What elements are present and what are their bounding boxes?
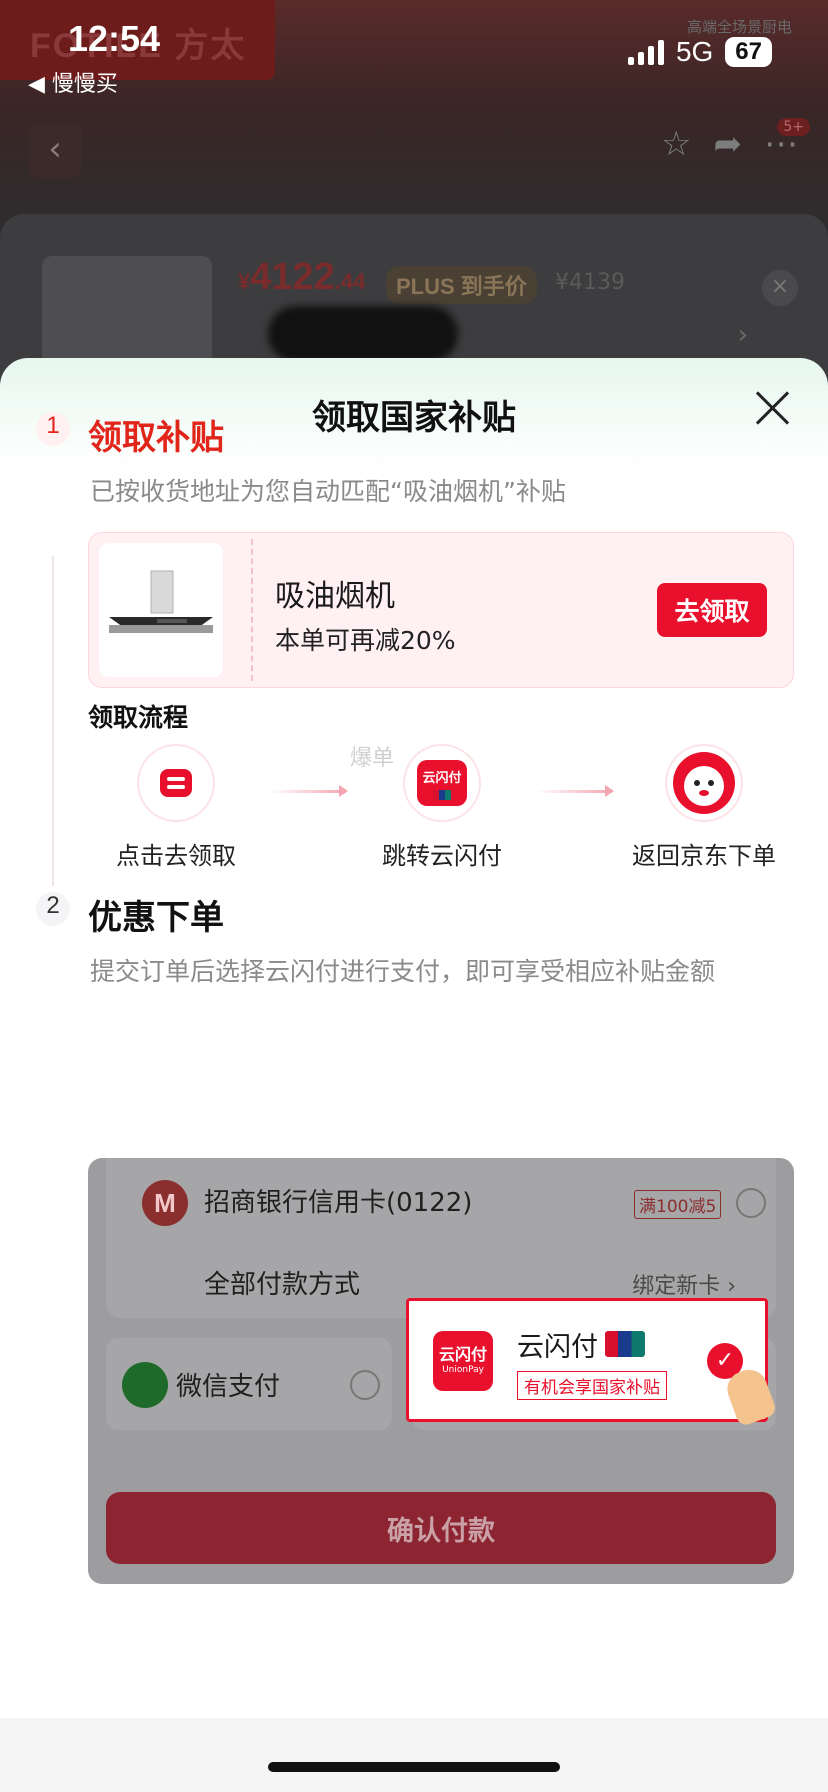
unionpay-card-icon — [605, 1331, 645, 1357]
network-type: 5G — [675, 36, 714, 67]
unionpay-name: 云闪付 — [517, 1332, 598, 1363]
jd-mascot-icon — [665, 744, 743, 822]
home-indicator — [268, 1762, 560, 1772]
cmb-bank-icon: M — [142, 1180, 188, 1226]
wechat-radio — [350, 1370, 380, 1400]
bank-promo-badge: 满100减5 — [634, 1190, 722, 1219]
product-price: ¥4122.44 — [238, 256, 366, 298]
back-arrow-icon[interactable]: ‹ — [28, 124, 82, 178]
step-description: 已按收货地址为您自动匹配“吸油烟机”补贴 — [90, 477, 566, 506]
unionpay-highlight: 云闪付 UnionPay 云闪付 有机会享国家补贴 ✓ — [406, 1298, 768, 1422]
step-title: 领取补贴 — [88, 418, 224, 458]
chevron-right-icon[interactable]: › — [738, 320, 748, 350]
subsidy-card: 吸油烟机 本单可再减20% 去领取 — [88, 532, 794, 688]
flow-step-label: 点击去领取 — [116, 842, 236, 870]
step-number: 2 — [36, 892, 70, 926]
battery-icon: 67 — [725, 37, 772, 67]
redacted-text — [268, 306, 458, 362]
timeline-line — [52, 556, 54, 886]
flow-step-label: 返回京东下单 — [632, 842, 776, 870]
subsidy-product-name: 吸油烟机 — [275, 579, 395, 614]
dashed-divider — [251, 539, 253, 681]
watermark: 爆单 — [350, 746, 395, 771]
flow-arrow — [536, 785, 614, 797]
bank-radio — [736, 1188, 766, 1218]
wechat-label: 微信支付 — [176, 1372, 281, 1402]
flow-step-tap: 点击去领取 — [76, 744, 276, 871]
all-payment-methods: 全部付款方式 — [204, 1270, 361, 1300]
close-icon[interactable] — [752, 388, 792, 428]
range-hood-image — [99, 543, 223, 677]
flow-step-return-jd: 返回京东下单 — [604, 744, 804, 871]
close-icon[interactable]: × — [762, 270, 798, 306]
step-description: 提交订单后选择云闪付进行支付，即可享受相应补贴金额 — [90, 957, 716, 986]
back-to-app-link[interactable]: ◀ 慢慢买 — [28, 66, 118, 98]
flow-title: 领取流程 — [88, 703, 189, 732]
unionpay-icon: 云闪付 — [403, 744, 481, 822]
tap-icon — [137, 744, 215, 822]
flow-step-label: 跳转云闪付 — [382, 842, 502, 870]
star-icon[interactable]: ☆ — [661, 124, 691, 164]
bind-new-card: 绑定新卡 › — [632, 1274, 736, 1299]
unionpay-logo-icon: 云闪付 UnionPay — [433, 1331, 493, 1391]
flow-arrow — [270, 785, 348, 797]
payment-card-row: M 招商银行信用卡(0122) 满100减5 全部付款方式 绑定新卡 › — [106, 1158, 776, 1318]
status-time: 12:54 — [68, 18, 161, 59]
status-indicators: 5G 67 — [627, 36, 772, 68]
subsidy-discount: 本单可再减20% — [275, 626, 456, 655]
step-title: 优惠下单 — [88, 898, 224, 938]
wechat-pay-option: 微信支付 — [106, 1338, 392, 1430]
brand-slogan: 高端全场景厨电 — [686, 18, 792, 36]
wechat-icon — [122, 1362, 168, 1408]
svg-text:云闪付: 云闪付 — [422, 770, 461, 786]
bank-card-name: 招商银行信用卡(0122) — [204, 1188, 473, 1218]
plus-price-label: PLUS 到手价 — [386, 266, 537, 304]
signal-icon — [627, 39, 664, 65]
original-price: ¥4139 — [555, 270, 625, 295]
claim-button[interactable]: 去领取 — [657, 583, 767, 637]
bottom-safe-area — [0, 1718, 828, 1792]
message-badge: 5+ — [777, 118, 810, 136]
share-icon[interactable]: ➦ — [714, 124, 743, 164]
confirm-payment-button: 确认付款 — [106, 1492, 776, 1564]
step-number: 1 — [36, 412, 70, 446]
unionpay-subsidy-tag: 有机会享国家补贴 — [517, 1371, 667, 1400]
